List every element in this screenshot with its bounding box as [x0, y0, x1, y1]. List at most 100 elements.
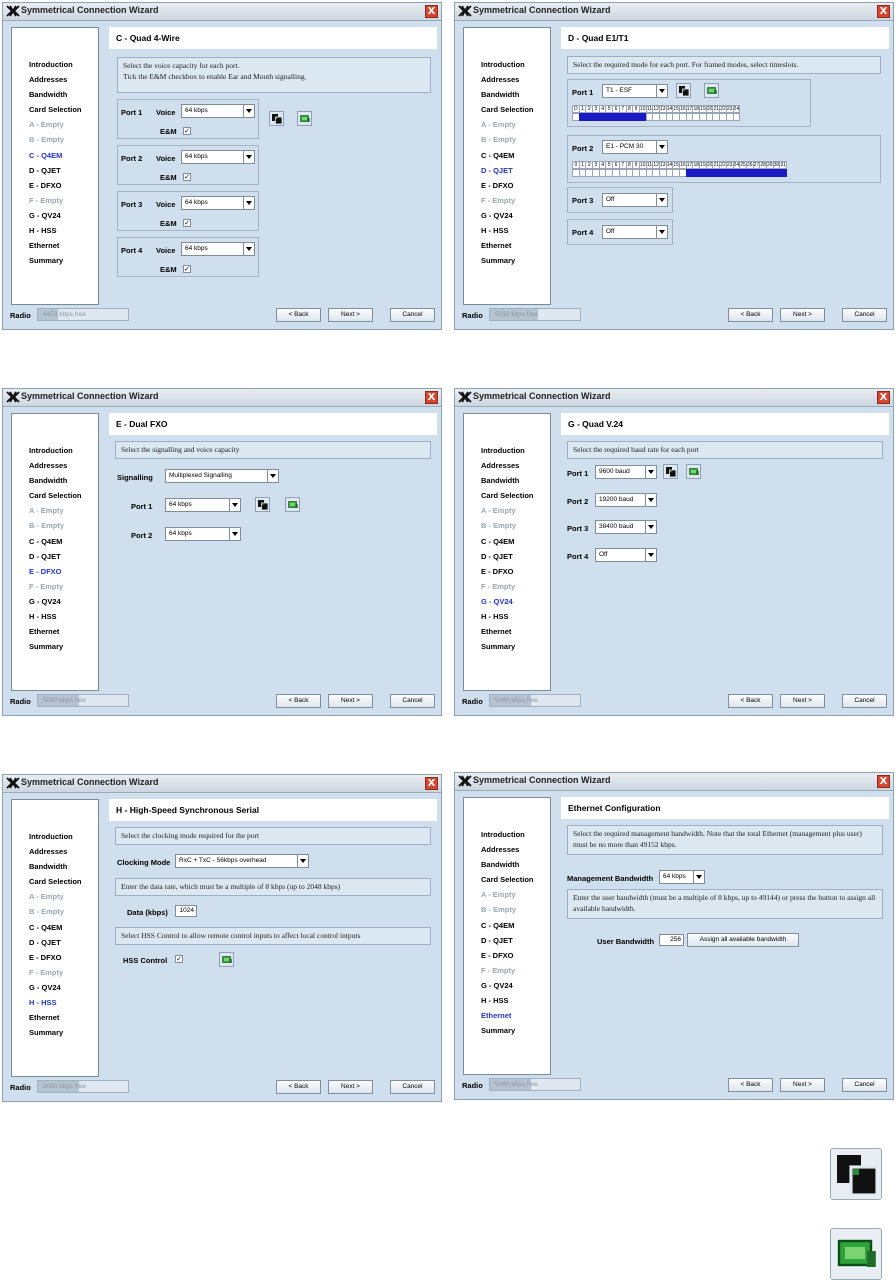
copy-ports-button[interactable]	[676, 83, 691, 98]
cancel-button[interactable]: Cancel	[390, 694, 435, 708]
copy-ports-icon	[666, 467, 676, 477]
nav-step-item: F - Empty	[481, 195, 516, 205]
port-3-baud-select[interactable]: 38400 baud	[595, 520, 657, 534]
chevron-down-icon	[243, 197, 254, 209]
next-button[interactable]: Next >	[780, 1078, 825, 1092]
title-bar[interactable]: Symmetrical Connection Wizard X	[455, 389, 893, 407]
port-3-voice-select[interactable]: 64 kbps	[181, 196, 255, 210]
close-icon[interactable]: X	[425, 777, 438, 790]
window-title: Symmetrical Connection Wizard	[473, 5, 611, 15]
chevron-down-icon	[297, 855, 308, 867]
port-1-voice-select[interactable]: 64 kbps	[165, 498, 241, 512]
title-bar[interactable]: Symmetrical Connection Wizard X	[3, 3, 441, 21]
cancel-button[interactable]: Cancel	[842, 694, 887, 708]
port-4-voice-select[interactable]: 64 kbps	[181, 242, 255, 256]
clocking-mode-select[interactable]: RxC + TxC - 56kbps overhead	[175, 854, 309, 868]
copy-ports-button[interactable]	[255, 497, 270, 512]
app-logo-icon	[458, 774, 472, 788]
page-title: H - High-Speed Synchronous Serial	[109, 799, 437, 821]
port-2-group: Port 2 Voice 64 kbps E&M ✓	[117, 145, 259, 185]
timeslot-label: 24	[732, 105, 741, 113]
nav-step-item: Introduction	[29, 60, 73, 69]
selected-value: Off	[606, 196, 615, 203]
back-button[interactable]: < Back	[728, 694, 773, 708]
selected-value: Multiplexed Signalling	[169, 472, 232, 479]
cancel-button[interactable]: Cancel	[390, 1080, 435, 1094]
voice-label: Voice	[156, 200, 176, 209]
hss-control-checkbox[interactable]: ✓	[175, 955, 183, 963]
copy-ports-button[interactable]	[663, 464, 678, 479]
assign-card-button[interactable]	[704, 83, 719, 98]
nav-step-item: B - Empty	[29, 907, 65, 917]
nav-step-item: B - Empty	[29, 135, 65, 145]
nav-step-item: E - DFXO	[29, 566, 62, 576]
back-button[interactable]: < Back	[728, 1078, 773, 1092]
port-1-voice-select[interactable]: 64 kbps	[181, 104, 255, 118]
assign-card-button[interactable]	[285, 497, 300, 512]
close-icon[interactable]: X	[877, 775, 890, 788]
port-3-mode-select[interactable]: Off	[602, 193, 668, 207]
bandwidth-meter: 4472 kbps free	[37, 308, 129, 321]
hss-control-instruction: Select HSS Control to allow remote contr…	[115, 927, 431, 945]
wizard-window-dual-fxo: Symmetrical Connection Wizard X Introduc…	[2, 388, 442, 716]
assign-all-bandwidth-button[interactable]: Assign all available bandwidth	[687, 933, 799, 947]
wizard-step-list: Introduction Addresses Bandwidth Card Selec…	[11, 27, 99, 305]
instruction-text: Select the clocking mode required for th…	[115, 827, 431, 845]
title-bar[interactable]: Symmetrical Connection Wizard X	[3, 389, 441, 407]
cancel-button[interactable]: Cancel	[842, 308, 887, 322]
assign-card-button[interactable]	[686, 464, 701, 479]
port-3-em-checkbox[interactable]: ✓	[183, 219, 191, 227]
back-button[interactable]: < Back	[276, 1080, 321, 1094]
selected-value: 19200 baud	[599, 496, 634, 503]
timeslot-selector[interactable]	[572, 169, 787, 177]
signalling-select[interactable]: Multiplexed Signalling	[165, 469, 279, 483]
timeslot-cell[interactable]	[779, 169, 787, 177]
port-4-mode-select[interactable]: Off	[602, 225, 668, 239]
title-bar[interactable]: Symmetrical Connection Wizard X	[455, 773, 893, 791]
next-button[interactable]: Next >	[780, 694, 825, 708]
timeslot-labels: 0 1 2 3 4 5 6 7 8 9 10 11 12 13 14 15 16 17 18 19 20 21 22 23 24…	[572, 161, 787, 169]
port-1-mode-select[interactable]: T1 - ESF	[602, 84, 668, 98]
management-bandwidth-select[interactable]: 64 kbps	[659, 870, 705, 884]
nav-step-item: Card Selection	[481, 105, 534, 115]
back-button[interactable]: < Back	[276, 694, 321, 708]
close-icon[interactable]: X	[425, 5, 438, 18]
close-icon[interactable]: X	[877, 391, 890, 404]
port-2-voice-select[interactable]: 64 kbps	[181, 150, 255, 164]
timeslot-cell[interactable]	[732, 113, 741, 121]
timeslot-selector[interactable]	[572, 113, 741, 121]
assign-card-button[interactable]	[219, 952, 234, 967]
port-2-voice-select[interactable]: 64 kbps	[165, 527, 241, 541]
port-4-em-checkbox[interactable]: ✓	[183, 265, 191, 273]
port-2-em-checkbox[interactable]: ✓	[183, 173, 191, 181]
port-2-baud-select[interactable]: 19200 baud	[595, 493, 657, 507]
port-2-mode-select[interactable]: E1 - PCM 30	[602, 140, 668, 154]
close-icon[interactable]: X	[877, 5, 890, 18]
wizard-window-quad-4-wire: Symmetrical Connection Wizard X Introduc…	[2, 2, 442, 330]
next-button[interactable]: Next >	[328, 308, 373, 322]
data-rate-input[interactable]: 1024	[175, 905, 197, 917]
port-1-label: Port 1	[567, 469, 589, 478]
user-bandwidth-input[interactable]: 256	[659, 934, 684, 946]
cancel-button[interactable]: Cancel	[842, 1078, 887, 1092]
back-button[interactable]: < Back	[728, 308, 773, 322]
next-button[interactable]: Next >	[780, 308, 825, 322]
next-button[interactable]: Next >	[328, 1080, 373, 1094]
cancel-button[interactable]: Cancel	[390, 308, 435, 322]
title-bar[interactable]: Symmetrical Connection Wizard X	[3, 775, 441, 793]
wizard-window-hss: Symmetrical Connection Wizard X Introduc…	[2, 774, 442, 1102]
back-button[interactable]: < Back	[276, 308, 321, 322]
close-icon[interactable]: X	[425, 391, 438, 404]
port-1-baud-select[interactable]: 9600 baud	[595, 465, 657, 479]
chevron-down-icon	[645, 521, 656, 533]
nav-step-item: A - Empty	[481, 890, 516, 900]
selected-value: 64 kbps	[169, 501, 192, 508]
port-4-baud-select[interactable]: Off	[595, 548, 657, 562]
port-1-em-checkbox[interactable]: ✓	[183, 127, 191, 135]
assign-card-button[interactable]	[297, 111, 312, 126]
nav-step-item: Card Selection	[481, 875, 534, 885]
instruction-text: Select the signalling and voice capacity	[115, 441, 431, 459]
title-bar[interactable]: Symmetrical Connection Wizard X	[455, 3, 893, 21]
copy-ports-button[interactable]	[269, 111, 284, 126]
next-button[interactable]: Next >	[328, 694, 373, 708]
